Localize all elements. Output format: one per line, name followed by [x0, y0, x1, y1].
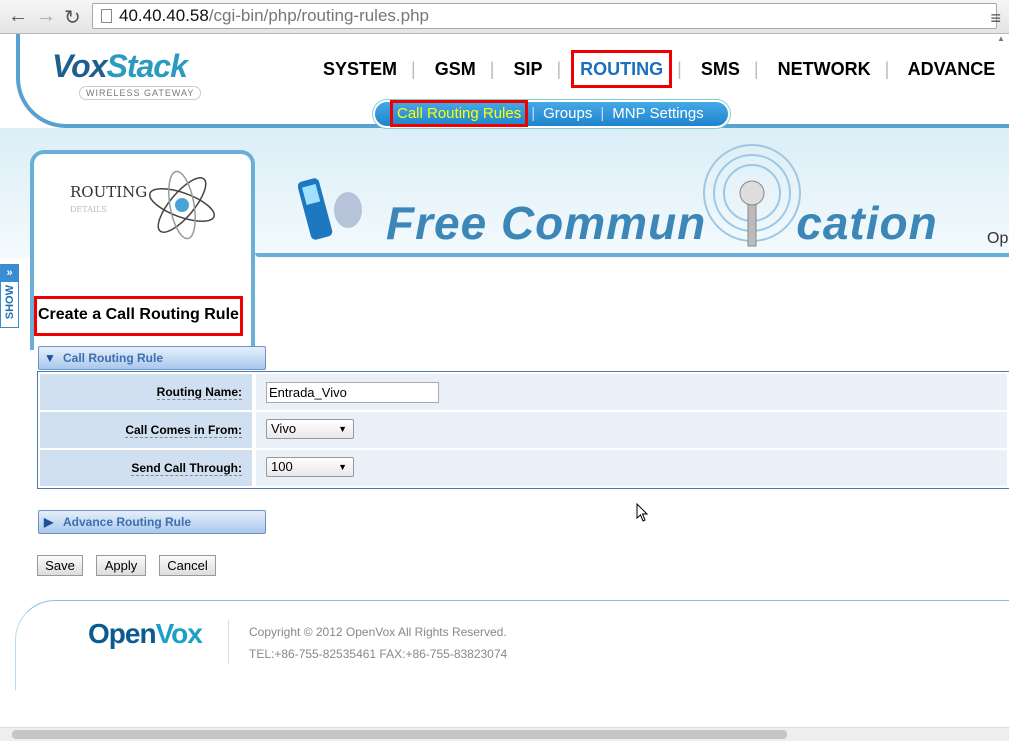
comes-from-label: Call Comes in From:: [125, 423, 242, 438]
routing-form: Routing Name: Entrada_Vivo Call Comes in…: [37, 371, 1009, 489]
copyright-text: Copyright © 2012 OpenVox All Rights Rese…: [249, 625, 507, 639]
nav-gsm[interactable]: GSM: [435, 59, 476, 79]
voxstack-logo[interactable]: VoxStack: [52, 48, 188, 85]
horizontal-scrollbar[interactable]: [0, 727, 1009, 741]
menu-icon[interactable]: ≡: [990, 8, 1001, 29]
cancel-button[interactable]: Cancel: [159, 555, 216, 576]
subnav-mnp-settings[interactable]: MNP Settings: [612, 105, 703, 122]
call-routing-rule-section-toggle[interactable]: ▼ Call Routing Rule: [38, 346, 266, 370]
atom-icon: [149, 170, 215, 240]
triangle-right-icon: ▶: [44, 515, 54, 529]
page-icon: [101, 9, 112, 23]
scrollbar-thumb[interactable]: [12, 730, 787, 739]
form-row-comes-from: Call Comes in From: Vivo ▼: [40, 412, 1007, 448]
comes-from-select[interactable]: Vivo ▼: [266, 419, 354, 439]
nav-sms[interactable]: SMS: [701, 59, 740, 79]
reload-icon[interactable]: ↻: [64, 5, 81, 30]
nav-network[interactable]: NETWORK: [778, 59, 871, 79]
mouse-cursor-icon: [636, 503, 649, 522]
page-title: Create a Call Routing Rule: [34, 296, 243, 336]
routing-name-label: Routing Name:: [156, 385, 242, 400]
show-sidebar-toggle[interactable]: » SHOW: [0, 264, 19, 328]
triangle-down-icon: ▼: [44, 351, 56, 365]
antenna-icon: [703, 144, 801, 247]
routing-name-input[interactable]: Entrada_Vivo: [266, 382, 439, 403]
form-row-send-through: Send Call Through: 100 ▼: [40, 450, 1007, 486]
send-through-label: Send Call Through:: [131, 461, 242, 476]
back-icon[interactable]: ←: [8, 5, 28, 28]
sub-nav: Call Routing Rules | Groups | MNP Settings: [373, 100, 730, 128]
subnav-call-routing-rules[interactable]: Call Routing Rules: [389, 100, 529, 127]
advance-routing-rule-section-toggle[interactable]: ▶ Advance Routing Rule: [38, 510, 266, 534]
browser-toolbar: ← → ↻ 40.40.40.58/cgi-bin/php/routing-ru…: [0, 0, 1009, 34]
scroll-up-arrow[interactable]: ▲: [997, 34, 1009, 44]
contact-text: TEL:+86-755-82535461 FAX:+86-755-8382307…: [249, 647, 508, 661]
banner-right-text: Op: [987, 230, 1009, 247]
address-bar[interactable]: 40.40.40.58/cgi-bin/php/routing-rules.ph…: [92, 3, 997, 29]
forward-icon[interactable]: →: [36, 5, 56, 28]
nav-routing[interactable]: ROUTING: [571, 50, 673, 88]
main-nav: SYSTEM | GSM | SIP | ROUTING | SMS | NETWORK |…: [323, 50, 996, 88]
nav-sip[interactable]: SIP: [513, 59, 542, 79]
dropdown-arrow-icon: ▼: [338, 462, 347, 472]
subnav-groups[interactable]: Groups: [543, 105, 592, 122]
send-through-select[interactable]: 100 ▼: [266, 457, 354, 477]
phone-icon: [298, 178, 362, 240]
apply-button[interactable]: Apply: [96, 555, 146, 576]
nav-system[interactable]: SYSTEM: [323, 59, 397, 79]
section-title: ROUTING: [70, 183, 148, 201]
banner-border: [255, 253, 1009, 257]
openvox-logo: OpenVox: [88, 618, 203, 649]
dropdown-arrow-icon: ▼: [338, 424, 347, 434]
chevrons-right-icon: »: [1, 265, 18, 282]
form-row-routing-name: Routing Name: Entrada_Vivo: [40, 374, 1007, 410]
footer-divider: [228, 620, 229, 664]
save-button[interactable]: Save: [37, 555, 83, 576]
nav-advanced[interactable]: ADVANCE: [908, 59, 996, 79]
logo-tagline: WIRELESS GATEWAY: [79, 86, 202, 100]
banner-slogan: Free Commun cation: [386, 197, 938, 249]
section-subtitle: DETAILS: [70, 205, 107, 214]
